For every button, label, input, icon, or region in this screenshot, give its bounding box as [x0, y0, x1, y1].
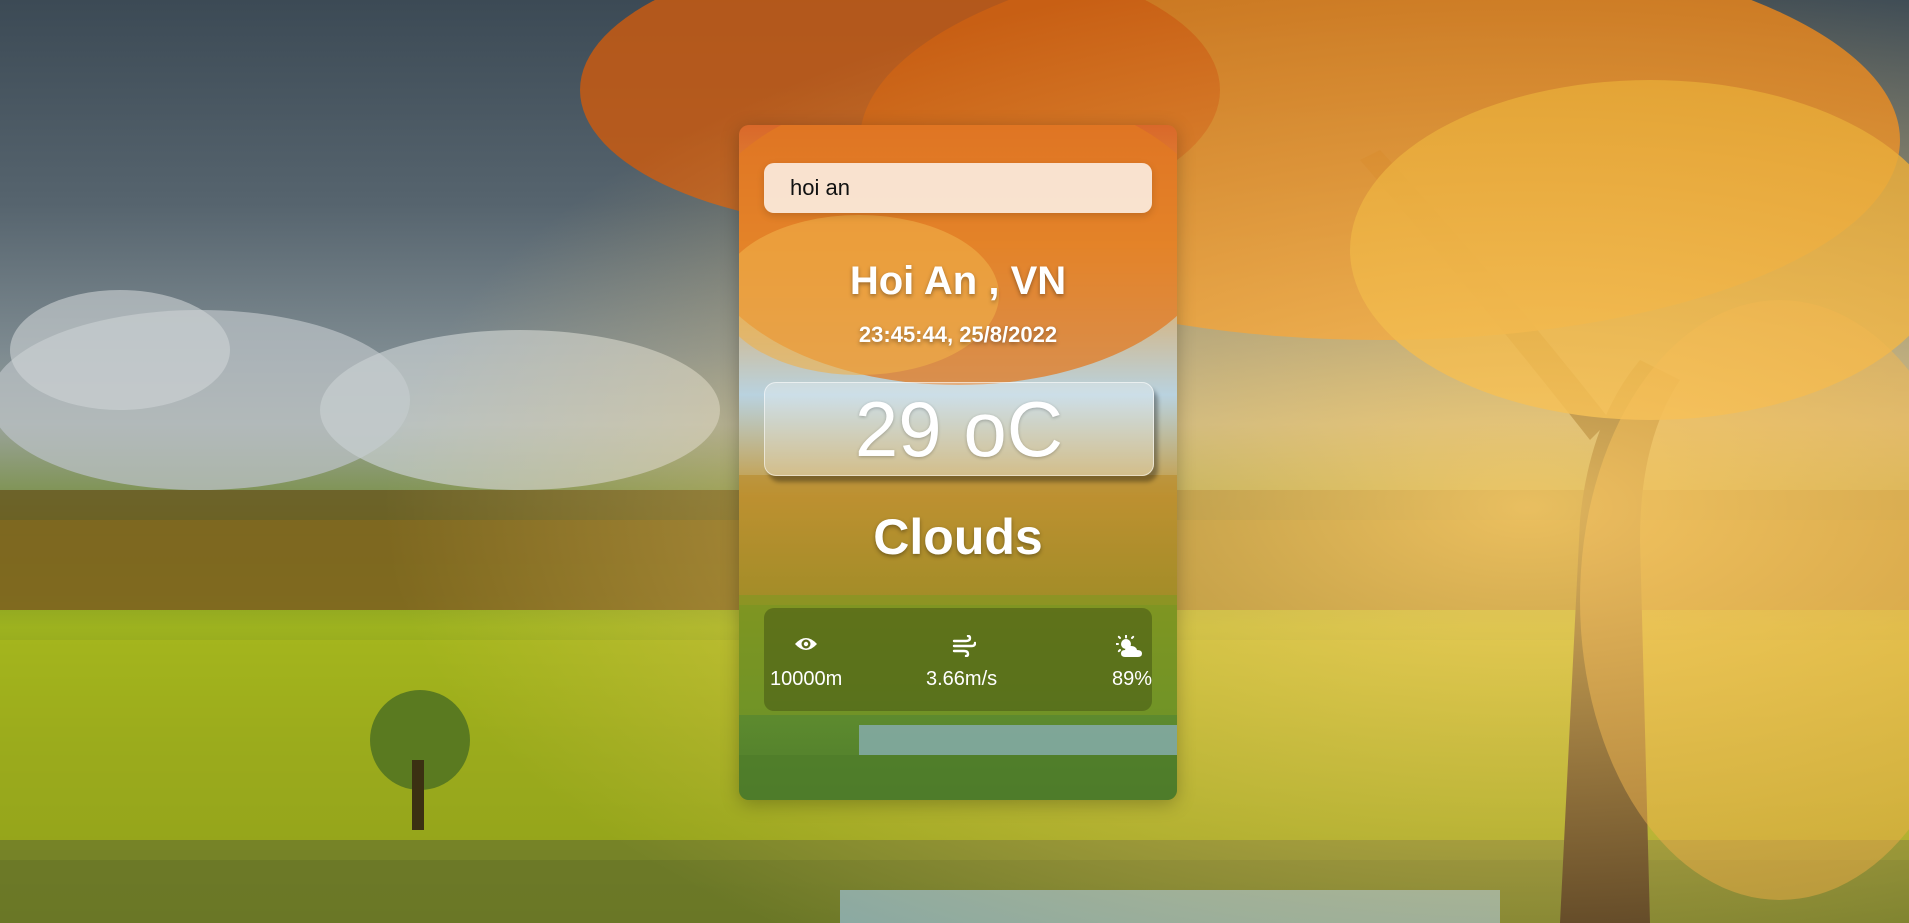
- eye-icon: [794, 635, 818, 659]
- temperature-value: 29 oC: [854, 385, 1064, 473]
- humidity-stat: 89%: [1064, 608, 1152, 711]
- city-name: Hoi An , VN: [849, 259, 1067, 303]
- weather-condition: Clouds: [873, 509, 1043, 565]
- wind-icon: [952, 634, 977, 663]
- weather-card: Hoi An , VN 23:45:44, 25/8/2022 29 oC Cl…: [739, 125, 1177, 800]
- wind-speed-value: 3.66m/s: [926, 668, 998, 690]
- visibility-value: 10000m: [770, 668, 843, 690]
- temperature-panel: 29 oC: [764, 382, 1154, 476]
- local-datetime: 23:45:44, 25/8/2022: [858, 322, 1058, 347]
- background-scene: Hoi An , VN 23:45:44, 25/8/2022 29 oC Cl…: [0, 0, 1909, 923]
- city-search-input[interactable]: [764, 163, 1152, 213]
- weather-stats-panel: 10000m 3.66m/s 89%: [764, 608, 1152, 711]
- humidity-value: 89%: [1112, 668, 1153, 690]
- cloud-sun-icon: [1115, 634, 1144, 665]
- wind-stat: 3.66m/s: [914, 608, 1014, 711]
- visibility-stat: 10000m: [764, 608, 854, 711]
